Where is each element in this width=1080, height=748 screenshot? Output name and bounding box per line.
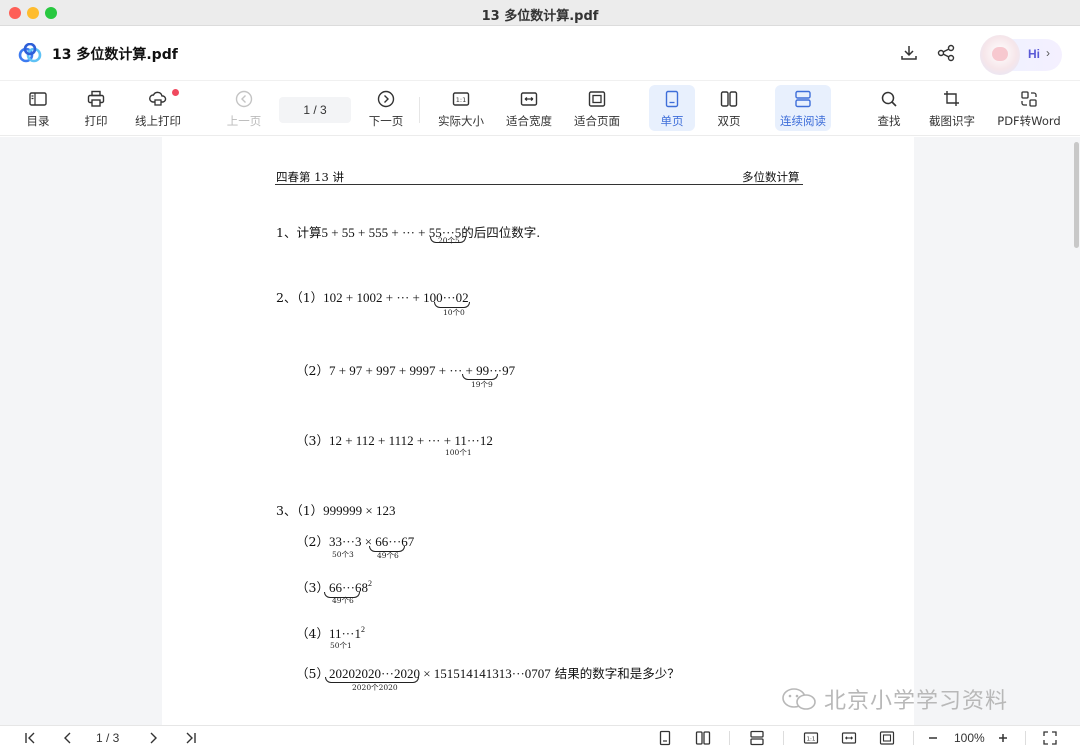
page-header-left: 四春第 13 讲 bbox=[276, 170, 344, 184]
prev-page-icon[interactable] bbox=[60, 730, 76, 746]
cloud-print-icon bbox=[149, 91, 167, 106]
pdf-to-word-label: PDF转Word bbox=[997, 114, 1061, 128]
actual-size-label: 实际大小 bbox=[438, 114, 484, 128]
toolbar-divider bbox=[419, 97, 420, 123]
ocr-label: 截图识字 bbox=[929, 114, 975, 128]
fit-width-label: 适合宽度 bbox=[506, 114, 552, 128]
zoom-out-icon[interactable] bbox=[925, 730, 941, 746]
q3-4-note: 50个1 bbox=[330, 641, 352, 650]
assistant-avatar bbox=[980, 35, 1020, 75]
single-page-view-icon[interactable] bbox=[657, 730, 673, 746]
window-title: 13 多位数计算.pdf bbox=[481, 9, 599, 24]
zoom-in-icon[interactable] bbox=[995, 730, 1011, 746]
assistant-button[interactable]: Hi › bbox=[980, 35, 1062, 75]
search-button[interactable]: 查找 bbox=[866, 85, 912, 131]
pdf-page: 四春第 13 讲 多位数计算 1、计算5 + 55 + 555 + ··· + … bbox=[162, 137, 914, 725]
question-3-1: 3、（1）999999 × 123 bbox=[276, 503, 396, 518]
actual-size-button[interactable]: 1:1 实际大小 bbox=[434, 85, 488, 131]
search-icon bbox=[881, 91, 897, 107]
fit-width-icon[interactable] bbox=[841, 730, 857, 746]
single-page-icon bbox=[665, 90, 679, 108]
continuous-reading-button[interactable]: 连续阅读 bbox=[775, 85, 831, 131]
crop-icon bbox=[944, 91, 959, 106]
assistant-label: Hi bbox=[1028, 47, 1040, 61]
header-rule bbox=[275, 184, 803, 185]
prev-page-label: 上一页 bbox=[226, 114, 262, 128]
download-icon[interactable] bbox=[899, 43, 919, 63]
print-button[interactable]: 打印 bbox=[74, 85, 118, 131]
page-header-right: 多位数计算 bbox=[742, 170, 800, 184]
chevron-right-icon: › bbox=[1046, 46, 1050, 60]
next-page-label: 下一页 bbox=[368, 114, 404, 128]
continuous-view-icon[interactable] bbox=[749, 730, 765, 746]
pdf-to-word-button[interactable]: PDF转Word bbox=[994, 85, 1064, 131]
fit-width-button[interactable]: 适合宽度 bbox=[502, 85, 556, 131]
actual-size-icon: 1:1 bbox=[452, 92, 470, 106]
notification-dot bbox=[172, 89, 179, 96]
first-page-icon[interactable] bbox=[22, 730, 38, 746]
svg-text:1:1: 1:1 bbox=[456, 96, 466, 104]
double-page-view-icon[interactable] bbox=[695, 730, 711, 746]
chevron-left-circle-icon bbox=[235, 90, 253, 108]
fit-page-icon[interactable] bbox=[879, 730, 895, 746]
print-label: 打印 bbox=[84, 114, 108, 128]
search-label: 查找 bbox=[877, 114, 901, 128]
share-icon[interactable] bbox=[936, 43, 956, 63]
actual-size-icon[interactable]: 1:1 bbox=[803, 730, 819, 746]
q3-2-note-b: 49个6 bbox=[377, 551, 399, 560]
continuous-reading-label: 连续阅读 bbox=[780, 114, 826, 128]
main-toolbar: 目录 打印 线上打印 上一页 1 / 3 下一页 1:1 实际大小 适合宽度 适… bbox=[0, 80, 1080, 136]
double-page-label: 双页 bbox=[717, 114, 741, 128]
next-page-button[interactable]: 下一页 bbox=[364, 85, 408, 131]
window-titlebar: 13 多位数计算.pdf bbox=[0, 0, 1080, 26]
wechat-icon bbox=[782, 688, 816, 710]
prev-page-button[interactable]: 上一页 bbox=[222, 85, 266, 131]
toc-label: 目录 bbox=[26, 114, 50, 128]
chevron-right-circle-icon bbox=[377, 90, 395, 108]
toc-button[interactable]: 目录 bbox=[16, 85, 60, 131]
q3-5-underbrace-note: 2020个2020 bbox=[352, 683, 398, 692]
status-bar: 1 / 3 1:1 100% bbox=[0, 725, 1080, 748]
last-page-icon[interactable] bbox=[183, 730, 199, 746]
double-page-icon bbox=[720, 91, 738, 107]
single-page-button[interactable]: 单页 bbox=[649, 85, 695, 131]
q2-1-underbrace-note: 10个0 bbox=[443, 308, 465, 317]
zoom-level[interactable]: 100% bbox=[954, 731, 985, 745]
fit-page-button[interactable]: 适合页面 bbox=[570, 85, 624, 131]
fit-width-icon bbox=[520, 92, 538, 106]
question-1: 1、计算5 + 55 + 555 + ··· + 55···5的后四位数字. bbox=[276, 225, 541, 240]
svg-text:1:1: 1:1 bbox=[807, 736, 816, 742]
convert-icon bbox=[1021, 91, 1037, 107]
fit-page-label: 适合页面 bbox=[574, 114, 620, 128]
q3-3-underbrace-note: 49个6 bbox=[332, 596, 354, 605]
continuous-scroll-icon bbox=[795, 90, 811, 108]
vertical-scrollbar[interactable] bbox=[1074, 142, 1079, 248]
page-number-input[interactable]: 1 / 3 bbox=[279, 97, 351, 123]
q2-3-note: 100个1 bbox=[445, 448, 472, 457]
q1-underbrace-note: 20个5 bbox=[438, 236, 460, 245]
app-logo-icon bbox=[18, 43, 42, 63]
document-name: 13 多位数计算.pdf bbox=[52, 47, 178, 63]
next-page-icon[interactable] bbox=[145, 730, 161, 746]
double-page-button[interactable]: 双页 bbox=[706, 85, 752, 131]
fullscreen-icon[interactable] bbox=[1042, 730, 1058, 746]
single-page-label: 单页 bbox=[660, 114, 684, 128]
q2-2-underbrace-note: 19个9 bbox=[471, 380, 493, 389]
app-header: 13 多位数计算.pdf Hi › bbox=[0, 27, 1080, 79]
online-print-label: 线上打印 bbox=[135, 114, 181, 128]
document-viewer[interactable]: 四春第 13 讲 多位数计算 1、计算5 + 55 + 555 + ··· + … bbox=[0, 137, 1080, 725]
printer-icon bbox=[87, 90, 105, 107]
ocr-button[interactable]: 截图识字 bbox=[926, 85, 978, 131]
status-page-indicator[interactable]: 1 / 3 bbox=[96, 731, 119, 745]
fit-page-icon bbox=[588, 91, 606, 107]
sidebar-icon bbox=[29, 92, 47, 106]
q3-2-note-a: 50个3 bbox=[332, 550, 354, 559]
